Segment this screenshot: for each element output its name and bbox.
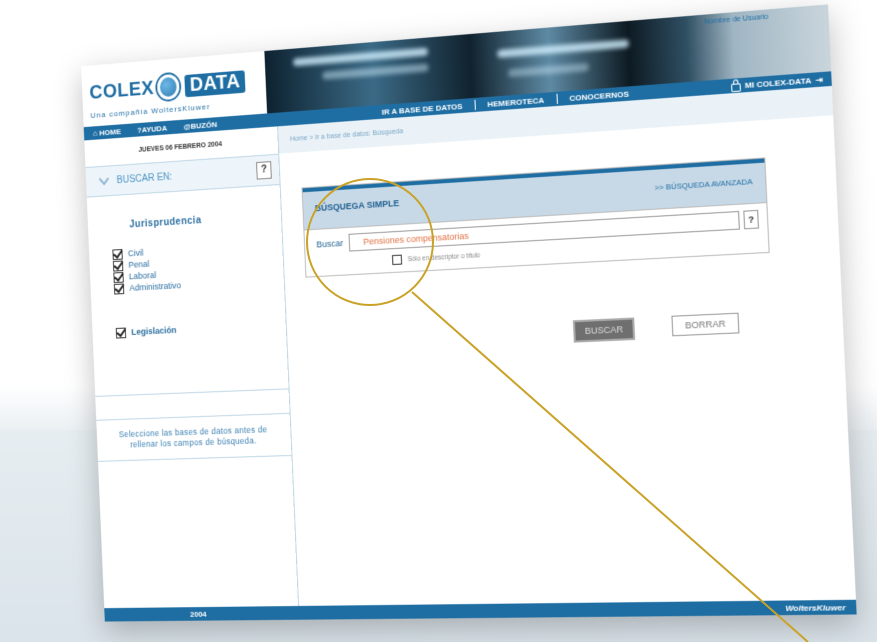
nav-home[interactable]: ⌂ HOME [93,127,121,138]
logo-text-left: COLEX [89,77,155,104]
logo-globe-icon [157,73,181,101]
checkbox-icon [112,260,124,272]
field-help-button[interactable]: ? [743,209,759,230]
highlight-circle [306,178,434,306]
main-content: Home > Ir a base de datos: Búsqueda BÚSQ… [278,85,856,606]
link-busqueda-avanzada[interactable]: >> BÚSQUEDA AVANZADA [654,176,752,191]
banner-light-streak [293,47,429,67]
nav-divider [474,99,476,110]
database-selection: Jurisprudencia Civil Penal Laboral Admin… [86,184,289,397]
chevron-down-icon [98,175,109,187]
checkbox-label: Penal [128,259,150,270]
checkbox-label: Administrativo [129,280,182,293]
colex-data-logo[interactable]: COLEX DATA [89,66,246,107]
nav-buzon[interactable]: @BUZÓN [183,120,217,131]
banner-light-streak [497,39,630,58]
jurisprudencia-title: Jurisprudencia [129,215,202,231]
checkbox-label: Legislación [131,325,177,337]
checkbox-icon [113,283,125,295]
checkbox-icon [115,327,127,339]
nav-ayuda[interactable]: ?AYUDA [137,123,167,134]
checkbox-icon [112,248,123,260]
footer-brand: WoltersKluwer [785,602,846,613]
nav-home-label: HOME [99,126,122,137]
nav-divider [556,93,558,104]
checkbox-legislacion[interactable]: Legislación [115,319,286,339]
borrar-button[interactable]: BORRAR [671,312,740,337]
banner-light-streak [507,62,590,78]
footer-year: 2004 [189,609,207,619]
sidebar: JUEVES 06 FEBRERO 2004 BUSCAR EN: ? Juri… [84,126,300,609]
banner-light-streak [322,63,429,80]
checkbox-icon [113,271,124,283]
sidebar-note: Seleccione las bases de datos antes de r… [96,413,292,462]
web-page-mockup: COLEX DATA Una compañía WoltersKluwer No… [81,4,857,622]
buscar-button[interactable]: BUSCAR [572,317,636,343]
logo-text-right: DATA [184,69,246,97]
checkbox-label: Laboral [128,270,157,282]
help-button[interactable]: ? [256,161,272,180]
buscar-en-label: BUSCAR EN: [116,171,173,186]
exit-icon[interactable]: ⇥ [815,75,823,85]
lock-icon [730,82,741,92]
checkbox-label: Civil [127,247,144,259]
user-name-label: Nombre de Usuario [704,13,769,26]
